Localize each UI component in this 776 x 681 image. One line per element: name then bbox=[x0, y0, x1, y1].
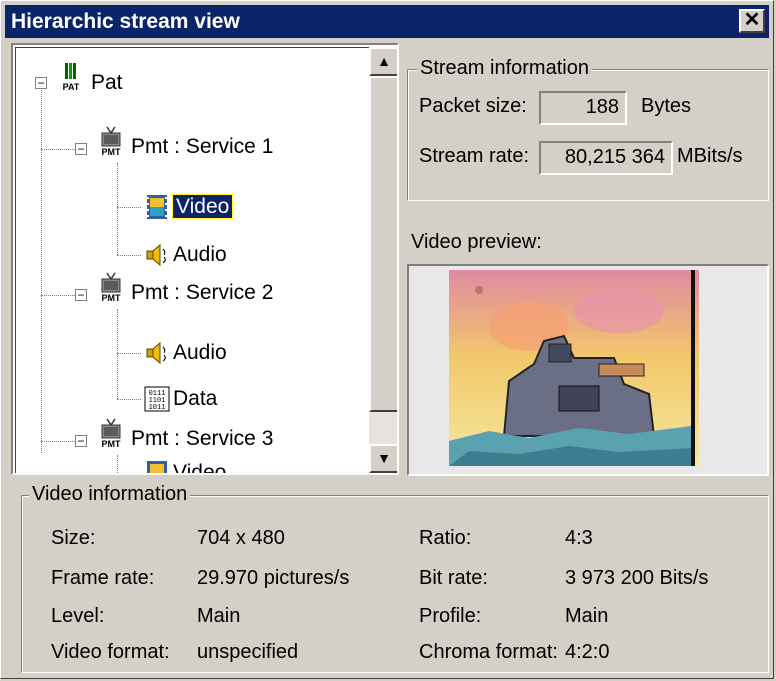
tree-node-label: Pmt : Service 2 bbox=[131, 281, 274, 304]
profile-label: Profile: bbox=[419, 605, 482, 627]
ratio-value: 4:3 bbox=[565, 527, 593, 549]
chroma-format-label: Chroma format: bbox=[419, 641, 558, 663]
stream-rate-field: 80,215 364 bbox=[539, 141, 673, 175]
pat-badge-text: PAT bbox=[63, 82, 80, 92]
chroma-format-value: 4:2:0 bbox=[565, 641, 610, 663]
video-preview-label: Video preview: bbox=[411, 231, 542, 253]
tree-scrollbar[interactable]: ▲ ▼ bbox=[369, 47, 397, 473]
level-value: Main bbox=[197, 605, 241, 627]
packet-size-field: 188 bbox=[539, 91, 627, 125]
title-bar: Hierarchic stream view ✕ bbox=[5, 5, 769, 38]
tree-node-video[interactable]: Video bbox=[173, 457, 227, 475]
pmt-badge-text: PMT bbox=[102, 147, 122, 157]
stream-information-legend: Stream information bbox=[417, 57, 592, 80]
video-preview-frame bbox=[407, 264, 769, 476]
video-format-value: unspecified bbox=[197, 641, 299, 663]
tree-node-label: Data bbox=[173, 387, 218, 410]
stream-rate-unit: MBits/s bbox=[677, 145, 743, 167]
tree-node-service-3[interactable]: Pmt : Service 3 bbox=[131, 423, 273, 455]
tree-connector bbox=[117, 207, 141, 208]
size-value: 704 x 480 bbox=[197, 527, 285, 549]
video-information-legend: Video information bbox=[29, 483, 191, 506]
packet-size-label: Packet size: bbox=[419, 95, 527, 117]
tree-node-data[interactable]: Data bbox=[173, 383, 217, 415]
profile-value: Main bbox=[565, 605, 609, 627]
tree-connector bbox=[117, 163, 118, 255]
video-film-icon bbox=[143, 457, 171, 473]
bit-rate-label: Bit rate: bbox=[419, 567, 488, 589]
tree-connector bbox=[117, 353, 141, 354]
hierarchic-stream-view-window: Hierarchic stream view ✕ − PAT Pat − PMT… bbox=[0, 0, 774, 679]
ratio-label: Ratio: bbox=[419, 527, 472, 549]
tree-node-video-selected[interactable]: Video bbox=[171, 191, 234, 223]
tree-node-service-1[interactable]: Pmt : Service 1 bbox=[131, 131, 273, 163]
video-format-label: Video format: bbox=[51, 641, 170, 663]
tree-node-audio[interactable]: Audio bbox=[173, 239, 227, 271]
tree-connector bbox=[117, 255, 141, 256]
tree-node-label: Audio bbox=[173, 243, 227, 266]
scroll-down-button[interactable]: ▼ bbox=[369, 444, 397, 473]
stream-rate-label: Stream rate: bbox=[419, 145, 530, 167]
tree-connector bbox=[117, 473, 141, 474]
speaker-icon bbox=[143, 337, 171, 369]
tree-node-label: Video bbox=[171, 194, 234, 219]
tree-node-label: Pmt : Service 3 bbox=[131, 427, 274, 450]
stream-tree-view[interactable]: − PAT Pat − PMT Pmt : Service 1 Video Au… bbox=[11, 43, 399, 475]
pmt-tv-icon: PMT bbox=[97, 125, 125, 157]
video-preview-image bbox=[449, 270, 699, 466]
tree-node-label: Pat bbox=[91, 71, 123, 94]
bit-rate-value: 3 973 200 Bits/s bbox=[565, 567, 709, 589]
tree-connector bbox=[117, 399, 141, 400]
collapse-toggle[interactable]: − bbox=[75, 435, 87, 447]
pmt-badge-text: PMT bbox=[102, 293, 122, 303]
tree-node-label: Pmt : Service 1 bbox=[131, 135, 274, 158]
window-title: Hierarchic stream view bbox=[11, 10, 240, 33]
scroll-thumb[interactable] bbox=[369, 76, 397, 412]
pmt-tv-icon: PMT bbox=[97, 417, 125, 449]
pmt-tv-icon: PMT bbox=[97, 271, 125, 303]
tree-connector bbox=[117, 455, 118, 473]
tree-node-audio[interactable]: Audio bbox=[173, 337, 227, 369]
level-label: Level: bbox=[51, 605, 105, 627]
frame-rate-value: 29.970 pictures/s bbox=[197, 567, 350, 589]
video-film-icon bbox=[143, 191, 171, 223]
close-button[interactable]: ✕ bbox=[739, 9, 765, 33]
collapse-toggle[interactable]: − bbox=[75, 289, 87, 301]
tree-node-label: Audio bbox=[173, 341, 227, 364]
pat-icon: PAT bbox=[57, 61, 85, 93]
tree-node-pat[interactable]: Pat bbox=[91, 67, 123, 99]
stream-information-group bbox=[407, 69, 769, 201]
scroll-up-button[interactable]: ▲ bbox=[369, 47, 397, 76]
tree-connector bbox=[117, 309, 118, 399]
speaker-icon bbox=[143, 239, 171, 271]
size-label: Size: bbox=[51, 527, 96, 549]
collapse-toggle[interactable]: − bbox=[75, 143, 87, 155]
tree-node-service-2[interactable]: Pmt : Service 2 bbox=[131, 277, 273, 309]
data-icon-line: 1011 bbox=[149, 404, 166, 412]
collapse-toggle[interactable]: − bbox=[35, 77, 47, 89]
pmt-badge-text: PMT bbox=[102, 439, 122, 449]
packet-size-unit: Bytes bbox=[641, 95, 692, 117]
tree-node-label: Video bbox=[173, 461, 227, 475]
binary-data-icon: 0111 1101 1011 bbox=[143, 383, 171, 415]
frame-rate-label: Frame rate: bbox=[51, 567, 155, 589]
tree-connector bbox=[41, 83, 42, 453]
